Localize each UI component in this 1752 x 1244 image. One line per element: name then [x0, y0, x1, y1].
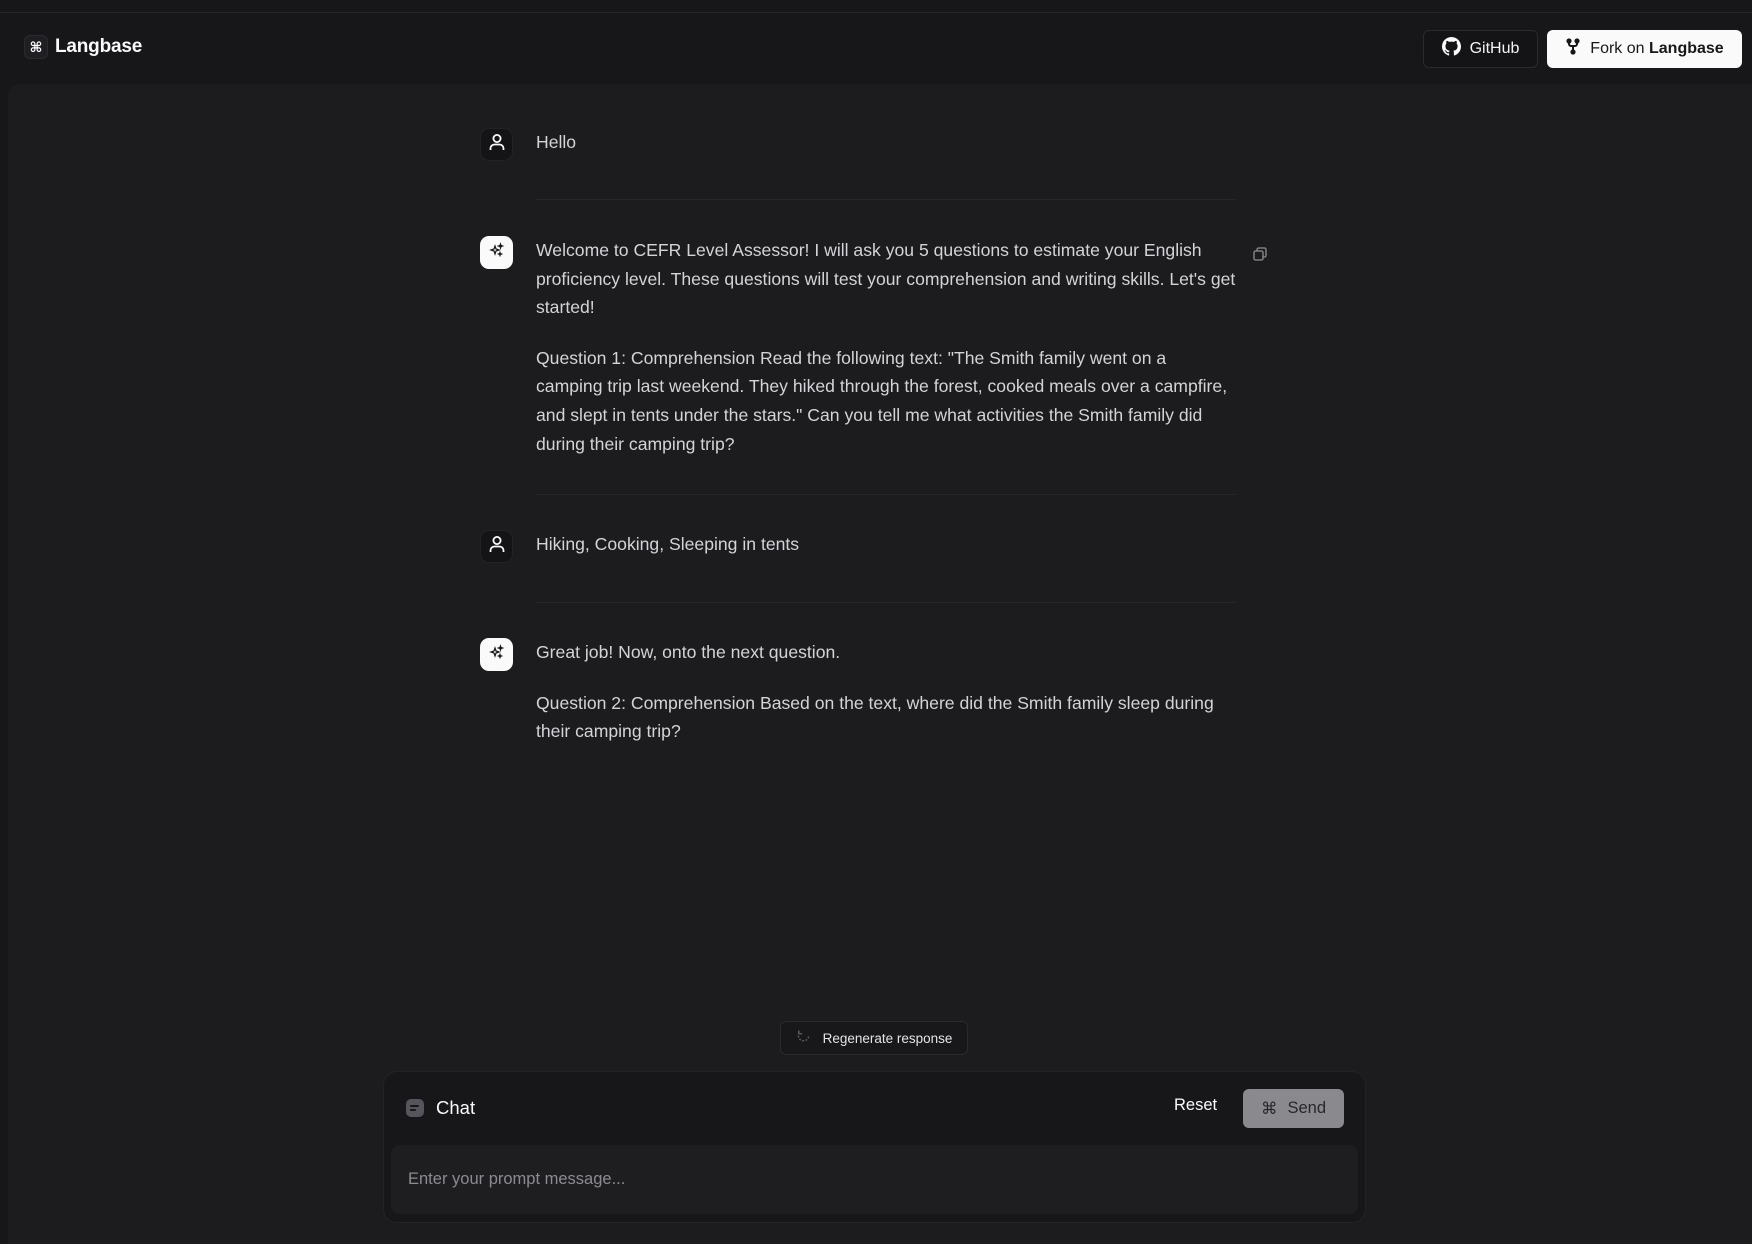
regenerate-response-button[interactable]: Regenerate response	[780, 1021, 968, 1055]
message-content: Hello	[536, 128, 1236, 161]
assistant-avatar	[480, 236, 513, 269]
message-divider	[535, 199, 1235, 200]
prompt-input-wrapper	[391, 1145, 1358, 1214]
message-assistant: Great job! Now, onto the next question. …	[480, 638, 1270, 746]
user-icon	[487, 534, 507, 559]
message-user: Hiking, Cooking, Sleeping in tents	[480, 530, 1270, 563]
user-avatar	[480, 530, 513, 563]
chat-bubble-icon	[406, 1099, 424, 1117]
message-content: Hiking, Cooking, Sleeping in tents	[536, 530, 1236, 563]
reset-button[interactable]: Reset	[1174, 1096, 1217, 1115]
app-name: Langbase	[55, 36, 143, 57]
message-text: Welcome to CEFR Level Assessor! I will a…	[536, 240, 1236, 318]
message-user: Hello	[480, 128, 1270, 161]
github-label: GitHub	[1469, 40, 1520, 57]
command-icon: ⌘	[24, 35, 48, 59]
github-icon	[1441, 37, 1461, 61]
message-text: Hello	[536, 132, 577, 152]
user-icon	[487, 132, 507, 157]
message-text: Great job! Now, onto the next question.	[536, 642, 841, 662]
prompt-input[interactable]	[391, 1145, 1358, 1214]
message-text: Hiking, Cooking, Sleeping in tents	[536, 534, 800, 554]
chat-title: Chat	[406, 1097, 475, 1119]
sparkles-icon	[488, 242, 505, 263]
sparkles-icon	[488, 644, 505, 665]
message-divider	[535, 494, 1235, 495]
brand-logo[interactable]: ⌘ Langbase	[24, 35, 142, 59]
message-divider	[535, 602, 1235, 603]
github-button[interactable]: GitHub	[1423, 30, 1538, 68]
git-fork-icon	[1565, 38, 1581, 60]
chat-input-panel: Chat Reset ⌘ Send	[383, 1071, 1366, 1223]
fork-prefix: Fork on	[1590, 40, 1645, 57]
message-assistant: Welcome to CEFR Level Assessor! I will a…	[480, 236, 1270, 458]
send-label: Send	[1287, 1099, 1327, 1117]
message-text: Question 2: Comprehension Based on the t…	[536, 692, 1214, 742]
send-button[interactable]: ⌘ Send	[1243, 1089, 1344, 1128]
regenerate-label: Regenerate response	[822, 1030, 953, 1046]
message-text: Question 1: Comprehension Read the follo…	[536, 347, 1228, 454]
command-icon: ⌘	[1260, 1099, 1278, 1118]
refresh-icon	[796, 1029, 811, 1047]
assistant-avatar	[480, 638, 513, 671]
message-content: Great job! Now, onto the next question. …	[536, 638, 1236, 746]
user-avatar	[480, 128, 513, 161]
copy-icon	[1253, 246, 1267, 266]
fork-label: Fork on Langbase	[1590, 40, 1723, 58]
message-content: Welcome to CEFR Level Assessor! I will a…	[536, 236, 1236, 458]
chat-title-label: Chat	[436, 1097, 476, 1118]
fork-on-langbase-button[interactable]: Fork on Langbase	[1547, 30, 1742, 68]
copy-message-button[interactable]	[1251, 246, 1269, 266]
fork-brand: Langbase	[1649, 40, 1724, 57]
